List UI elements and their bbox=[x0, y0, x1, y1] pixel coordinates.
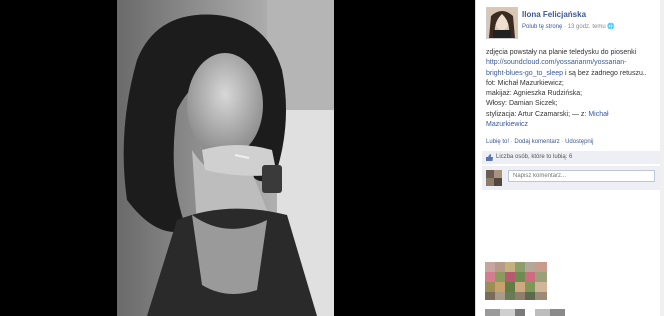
author-name[interactable]: Ilona Felicjańska bbox=[522, 10, 586, 19]
viewer-avatar bbox=[486, 170, 502, 186]
tagged-person-link-cont[interactable]: Mazurkiewicz bbox=[486, 120, 662, 130]
soundcloud-link[interactable]: http://soundcloud.com/yossarianm/yossari… bbox=[486, 58, 662, 68]
comment-composer bbox=[482, 166, 660, 190]
author-avatar[interactable] bbox=[486, 7, 518, 39]
post-caption: zdjęcia powstały na planie teledysku do … bbox=[486, 48, 662, 130]
caption-line: stylizacja: Artur Czamarski; — z: Michał bbox=[486, 110, 662, 120]
likes-summary: Liczba osób, które to lubią: 6 bbox=[482, 151, 660, 164]
likes-count[interactable]: 6 bbox=[569, 154, 572, 160]
post-actions: Lubię to! · Dodaj komentarz · Udostępnij bbox=[486, 139, 593, 145]
main-photo[interactable] bbox=[117, 0, 334, 316]
makeup-credit: makijaż: Agnieszka Rudzińska; bbox=[486, 90, 583, 98]
thumbs-up-icon bbox=[486, 154, 493, 161]
photo-credit: fot: Michał Mazurkiewicz; bbox=[486, 79, 564, 87]
scrollbar[interactable] bbox=[660, 0, 664, 316]
photo-viewer bbox=[0, 0, 475, 316]
globe-icon: 🌐 bbox=[607, 24, 615, 30]
comment-action[interactable]: Dodaj komentarz bbox=[514, 139, 559, 145]
with-prefix: — z: bbox=[570, 110, 589, 118]
tagged-person-link[interactable]: Michał bbox=[588, 111, 608, 118]
sponsored-image[interactable] bbox=[485, 306, 575, 316]
comment-input[interactable] bbox=[508, 170, 655, 182]
author-meta: Polub tę stronę · 13 godz. temu 🌐 bbox=[522, 23, 615, 30]
like-page-link[interactable]: Polub tę stronę bbox=[522, 24, 562, 30]
like-action[interactable]: Lubię to! bbox=[486, 139, 509, 145]
likes-label: Liczba osób, które to lubią: bbox=[496, 154, 570, 160]
caption-line: zdjęcia powstały na planie teledysku do … bbox=[486, 49, 637, 56]
caption-tail: i są bez żadnego retuszu.. bbox=[563, 69, 647, 77]
soundcloud-link-cont[interactable]: bright-blues-go_to_sleep bbox=[486, 70, 563, 77]
hair-credit: Włosy: Damian Siczek; bbox=[486, 100, 558, 108]
share-action[interactable]: Udostępnij bbox=[565, 139, 593, 145]
caption-line: bright-blues-go_to_sleep i są bez żadneg… bbox=[486, 69, 662, 79]
likes-text[interactable]: Liczba osób, które to lubią: 6 bbox=[496, 154, 572, 160]
post-author: Ilona Felicjańska Polub tę stronę · 13 g… bbox=[486, 7, 656, 39]
styling-credit: stylizacja: Artur Czamarski; bbox=[486, 110, 571, 118]
sponsored-image[interactable] bbox=[485, 262, 547, 300]
post-time[interactable]: 13 godz. temu bbox=[568, 24, 606, 30]
